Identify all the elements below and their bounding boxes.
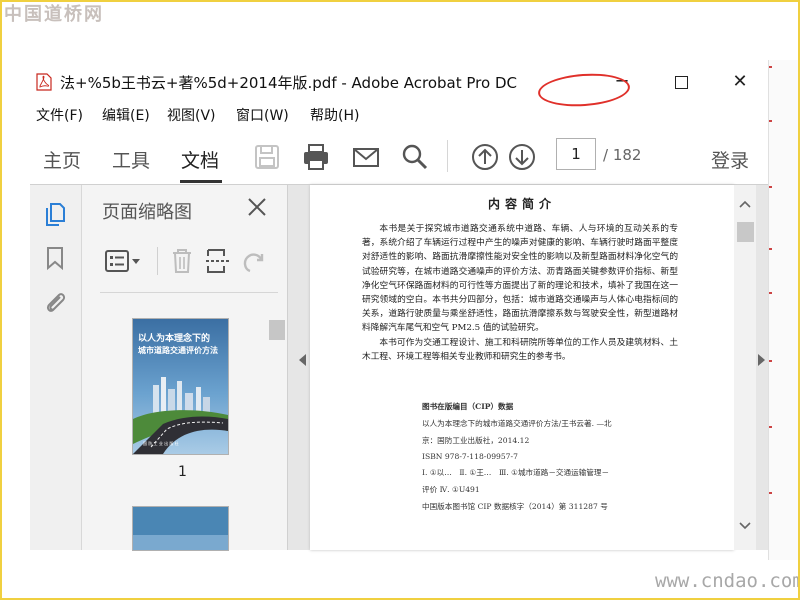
options-menu-icon[interactable] [104, 249, 144, 275]
print-icon[interactable] [301, 142, 331, 172]
save-icon[interactable] [252, 142, 282, 172]
login-button[interactable]: 登录 [711, 146, 749, 173]
tab-home[interactable]: 主页 [43, 146, 81, 173]
edge-mark [769, 292, 772, 294]
watermark-url: www.cndao.com [655, 570, 800, 592]
page-count: / 182 [603, 146, 642, 164]
cip-block: 图书在版编目（CIP）数据 以人为本理念下的城市道路交通评价方法/王书云著. —… [422, 401, 682, 518]
panel-divider [100, 292, 278, 293]
active-tab-indicator [180, 180, 222, 183]
scroll-thumb[interactable] [737, 222, 754, 242]
publisher-logo: 国 防 工 业 出 版 社 [143, 440, 179, 446]
search-icon[interactable] [400, 142, 430, 172]
menu-window[interactable]: 窗口(W) [236, 105, 289, 125]
toolbar-separator [447, 140, 448, 172]
page-thumbnails-panel: 页面缩略图 国 防 工 业 出 版 社 以人为本理念下的 城市道路交通评价方法 … [82, 185, 288, 550]
previous-page-icon[interactable] [470, 142, 500, 172]
panel-title: 页面缩略图 [102, 202, 192, 223]
paragraph: 本书可作为交通工程设计、施工和科研院所等单位的工作人员及建筑材料、土木工程、环境… [362, 337, 678, 362]
page-thumbnail-2[interactable] [133, 507, 228, 550]
page-heading: 内容简介 [487, 197, 556, 211]
attachment-icon[interactable] [42, 289, 68, 315]
title-bar: 法+%5b王书云+著%5d+2014年版.pdf - Adobe Acrobat… [30, 60, 768, 102]
page-thumbnail-1[interactable]: 国 防 工 业 出 版 社 以人为本理念下的 城市道路交通评价方法 [133, 319, 228, 454]
edge-mark [769, 426, 772, 428]
maximize-icon [674, 75, 688, 89]
page-thumbnail-image [133, 507, 228, 550]
pdf-page: 内容简介 本书是关于探究城市道路交通系统中道路、车辆、人与环境的互动关系的专著，… [310, 185, 734, 550]
cip-line: 以人为本理念下的城市道路交通评价方法/王书云著. —北 [422, 419, 612, 428]
menu-bar: 文件(F) 编辑(E) 视图(V) 窗口(W) 帮助(H) [30, 102, 768, 128]
scroll-down-icon[interactable] [734, 517, 756, 533]
background-window-edge: ✕ [752, 60, 800, 560]
close-button[interactable]: ✕ [720, 68, 760, 96]
cip-line: 中国版本图书馆 CIP 数据核字（2014）第 311287 号 [422, 502, 608, 511]
page-thumbnails-icon[interactable] [42, 201, 68, 227]
bookmark-icon[interactable] [42, 245, 68, 271]
menu-help[interactable]: 帮助(H) [310, 105, 359, 125]
page-number-input[interactable]: 1 [556, 138, 596, 170]
toolbar-separator [157, 247, 158, 275]
edge-mark [769, 360, 772, 362]
edge-mark [769, 66, 772, 68]
cip-line: ISBN 978-7-118-09957-7 [422, 452, 518, 461]
thumbnail-toolbar [100, 243, 280, 283]
window-title: 法+%5b王书云+著%5d+2014年版.pdf - Adobe Acrobat… [60, 74, 517, 92]
thumbnail-scrollbar[interactable] [267, 295, 287, 550]
paragraph: 本书是关于探究城市道路交通系统中道路、车辆、人与环境的互动关系的专著，系统介绍了… [362, 224, 678, 334]
edge-mark [769, 120, 772, 122]
cip-heading: 图书在版编目（CIP）数据 [422, 402, 514, 411]
cover-title-line2: 城市道路交通评价方法 [138, 346, 218, 355]
cip-line: Ⅰ. ①以… Ⅱ. ①王… Ⅲ. ①城市道路－交通运输管理－ [422, 468, 610, 477]
menu-file[interactable]: 文件(F) [36, 105, 83, 125]
cip-line: 京：国防工业出版社，2014.12 [422, 436, 530, 445]
maximize-button[interactable] [661, 68, 701, 96]
scroll-up-icon[interactable] [734, 197, 756, 213]
scroll-thumb[interactable] [269, 320, 285, 340]
watermark-logo: 中国道桥网 [4, 4, 104, 25]
collapse-left-panel-icon[interactable] [299, 354, 306, 366]
next-page-icon[interactable] [507, 142, 537, 172]
document-scrollbar[interactable] [734, 185, 756, 550]
close-panel-icon[interactable] [245, 195, 269, 219]
thumbnail-page-number: 1 [178, 464, 187, 480]
edge-mark [769, 248, 772, 250]
page-body: 本书是关于探究城市道路交通系统中道路、车辆、人与环境的互动关系的专著，系统介绍了… [362, 222, 678, 364]
delete-icon[interactable] [168, 247, 196, 275]
pdf-file-icon [36, 73, 52, 91]
left-navigation-rail [30, 185, 82, 550]
edge-mark [769, 492, 772, 494]
menu-view[interactable]: 视图(V) [167, 105, 216, 125]
cover-title-line1: 以人为本理念下的 [138, 334, 211, 344]
extract-pages-icon[interactable] [204, 247, 232, 275]
tab-document[interactable]: 文档 [181, 146, 219, 173]
expand-right-panel-icon[interactable] [758, 354, 765, 366]
cip-line: 评价 Ⅳ. ①U491 [422, 485, 480, 494]
edge-mark [769, 186, 772, 188]
main-toolbar: 主页 工具 文档 1 / 182 登录 [30, 128, 768, 185]
menu-edit[interactable]: 编辑(E) [102, 105, 150, 125]
acrobat-window: 法+%5b王书云+著%5d+2014年版.pdf - Adobe Acrobat… [30, 60, 768, 550]
email-icon[interactable] [351, 142, 381, 172]
tab-tools[interactable]: 工具 [112, 146, 150, 173]
rotate-page-icon[interactable] [240, 249, 266, 275]
document-viewer: 内容简介 本书是关于探究城市道路交通系统中道路、车辆、人与环境的互动关系的专著，… [288, 185, 768, 550]
